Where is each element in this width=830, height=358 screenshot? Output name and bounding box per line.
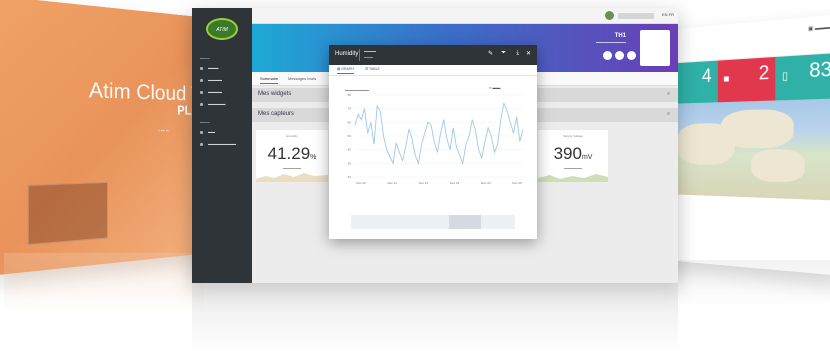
humidity-widget[interactable]: Humidity 41.29% ▬▬▬▬▬▬	[256, 130, 328, 182]
widget-sparkline	[256, 173, 328, 182]
sidebar-item[interactable]: ▬▬▬▬	[200, 90, 222, 94]
collapse-icon[interactable]: ≡	[667, 91, 670, 97]
left-reflection	[4, 253, 204, 313]
widget-sparkline	[538, 174, 608, 182]
main-dashboard-screen: ATIM ▬▬▬ ▬▬▬ ▬▬▬▬ ▬▬▬▬ ▬▬▬▬▬ ▬▬▬ ▬▬ ▬▬▬▬…	[192, 8, 678, 283]
x-tick-label: Dec 20	[356, 181, 366, 185]
modal-device-id: ▬▬▬▬	[364, 49, 376, 53]
close-icon[interactable]: ✕	[526, 50, 531, 57]
right-screen-user: ▣ ▬▬▬	[807, 24, 830, 33]
logo-text: ATIM	[216, 27, 228, 33]
y-tick-label: 70	[348, 107, 352, 111]
tile-value: 4	[701, 65, 712, 87]
modal-title: Humidity	[335, 51, 359, 57]
x-tick-label: Dec 21	[387, 181, 397, 185]
user-name[interactable]	[618, 13, 654, 19]
atim-logo: ATIM	[206, 18, 238, 40]
europe-map[interactable]	[664, 98, 830, 201]
device-edit-button[interactable]	[627, 51, 636, 60]
chart-navigator-selection[interactable]	[449, 215, 481, 229]
supply-voltage-widget[interactable]: Supply Voltage 390mV ▬▬▬▬▬▬	[538, 130, 608, 182]
stat-tile[interactable]: ■ 2	[717, 56, 776, 103]
y-tick-label: 40	[348, 148, 352, 152]
chart-navigator[interactable]	[351, 215, 515, 229]
widget-value: 41.29%	[267, 144, 317, 163]
left-device-screen: Atim Cloud Wi PLA ▪ ▪▪▪ ▪▪	[0, 0, 209, 276]
x-tick-label: Dec 22	[419, 181, 429, 185]
widget-value: 390mV	[553, 144, 593, 163]
x-tick-label: Dec 23	[450, 181, 460, 185]
x-tick-label: Dec 24	[481, 181, 491, 185]
sidebar-section-label: ▬▬▬	[200, 120, 210, 124]
user-avatar[interactable]	[605, 11, 614, 20]
modal-header: Humidity ▬▬▬▬ ▬▬▬ ✎ ⏷ ⤓ ✕	[329, 45, 537, 65]
sensors-section-title: Mes capteurs	[258, 111, 295, 117]
x-tick-label: Dec 25	[512, 181, 522, 185]
sidebar-item[interactable]: ▬▬▬▬▬▬▬▬	[200, 142, 236, 146]
right-reflection	[664, 260, 830, 310]
series-line	[354, 101, 524, 166]
tile-icon: ■	[723, 73, 730, 86]
edit-icon[interactable]: ✎	[488, 50, 493, 57]
stat-tile[interactable]: ▯ 83	[775, 52, 830, 101]
top-bar: EN FR	[252, 8, 678, 24]
widgets-section-title: Mes widgets	[258, 91, 292, 97]
left-screen-textbox	[27, 181, 108, 246]
sidebar-item[interactable]: ▬▬▬▬	[200, 78, 222, 82]
widget-title: Supply Voltage	[562, 134, 583, 138]
sidebar: ATIM ▬▬▬ ▬▬▬ ▬▬▬▬ ▬▬▬▬ ▬▬▬▬▬ ▬▬▬ ▬▬ ▬▬▬▬…	[192, 8, 252, 283]
sidebar-section-label: ▬▬▬	[200, 56, 210, 60]
y-tick-label: 30	[348, 161, 352, 165]
device-action-button[interactable]	[603, 51, 612, 60]
device-name: TH1	[614, 33, 626, 39]
right-screen-footer	[664, 194, 830, 269]
device-action-button[interactable]	[615, 51, 624, 60]
sidebar-item[interactable]: ▬▬	[200, 130, 215, 134]
y-tick-label: 80	[348, 93, 352, 97]
tile-value: 83	[809, 57, 830, 82]
y-tick-label: 60	[348, 120, 352, 124]
modal-tabs: ▤ GRAPH ☰ TABLE	[329, 65, 537, 76]
sidebar-item[interactable]: ▬▬▬	[200, 66, 219, 70]
device-image	[640, 30, 670, 66]
widget-title: Humidity	[286, 134, 298, 138]
download-icon[interactable]: ⤓	[516, 50, 519, 57]
main-reflection	[192, 283, 678, 353]
sidebar-item[interactable]: ▬▬▬▬▬	[200, 102, 226, 106]
collapse-icon[interactable]: ≡	[667, 111, 670, 117]
modal-device-sub: ▬▬▬	[364, 55, 373, 59]
tile-value: 2	[758, 61, 770, 84]
humidity-line-chart[interactable]: 20 30 40 50 60 70 80 Dec 20 Dec 21 Dec 22 Dec 23 De…	[337, 81, 531, 197]
left-screen-logos: ▪ ▪▪▪ ▪▪	[158, 127, 169, 133]
filter-icon[interactable]: ⏷	[501, 50, 506, 57]
tab-summary[interactable]: Sommaire	[260, 76, 279, 84]
language-switch[interactable]: EN FR	[662, 12, 674, 17]
tile-icon: ▯	[782, 70, 789, 83]
tab-raw-messages[interactable]: Messages bruts	[288, 76, 316, 81]
tab-table[interactable]: ☰ TABLE	[365, 67, 380, 71]
y-tick-label: 50	[348, 134, 352, 138]
humidity-chart-modal: Humidity ▬▬▬▬ ▬▬▬ ✎ ⏷ ⤓ ✕ ▤ GRAPH ☰ TABL…	[329, 45, 537, 239]
device-description: ▬▬▬▬▬▬▬▬▬▬▬▬	[596, 41, 626, 44]
y-tick-label: 20	[348, 175, 352, 179]
right-device-screen: ▣ ▬▬▬ ▤ 4 ■ 2 ▯ 83	[664, 14, 830, 276]
tab-graph[interactable]: ▤ GRAPH	[337, 67, 354, 74]
